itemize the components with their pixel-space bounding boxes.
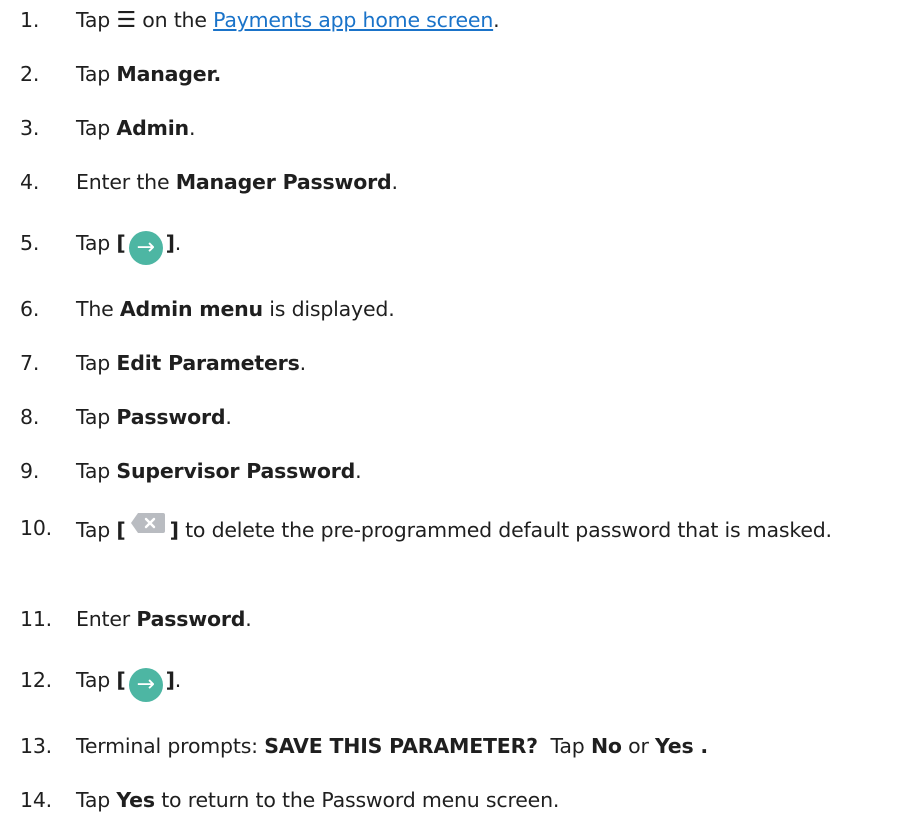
step-number: 8. (20, 405, 40, 429)
step-text: Tap [→]. (76, 226, 883, 265)
step-number: 13. (20, 734, 53, 758)
step-number: 3. (20, 116, 40, 140)
step-text: Enter the Manager Password. (76, 170, 398, 194)
step-text: Tap ☰ on the Payments app home screen. (76, 8, 500, 33)
step-text: Tap Yes to return to the Password menu s… (76, 788, 560, 812)
step-text: Tap Manager. (76, 62, 222, 86)
hamburger-menu-icon: ☰ (116, 8, 136, 33)
step-text: Tap Edit Parameters. (76, 351, 306, 375)
step-number: 2. (20, 62, 40, 86)
arrow-right-circle-icon: → (128, 668, 163, 702)
step-text: Tap Password. (76, 405, 232, 429)
step-number: 4. (20, 170, 40, 194)
step-text: Tap [→]. (76, 663, 883, 702)
instruction-steps: 1. Tap ☰ on the Payments app home screen… (0, 0, 913, 829)
step-number: 11. (20, 607, 53, 631)
payments-home-link[interactable]: Payments app home screen (213, 8, 493, 32)
step-number: 10. (20, 516, 53, 540)
step-number: 12. (20, 668, 53, 692)
step-text: The Admin menu is displayed. (76, 297, 395, 321)
step-number: 6. (20, 297, 40, 321)
step-number: 1. (20, 8, 40, 32)
arrow-right-circle-icon: → (128, 231, 163, 265)
step-number: 14. (20, 788, 53, 812)
step-text: Tap [] to delete the pre-programmed defa… (76, 511, 883, 547)
step-text: Terminal prompts: SAVE THIS PARAMETER? T… (76, 734, 708, 758)
step-number: 7. (20, 351, 40, 375)
step-text: Tap Supervisor Password. (76, 459, 362, 483)
step-text: Tap Admin. (76, 116, 196, 140)
step-number: 5. (20, 231, 40, 255)
step-number: 9. (20, 459, 40, 483)
backspace-x-icon (130, 513, 165, 533)
step-text: Enter Password. (76, 607, 252, 631)
